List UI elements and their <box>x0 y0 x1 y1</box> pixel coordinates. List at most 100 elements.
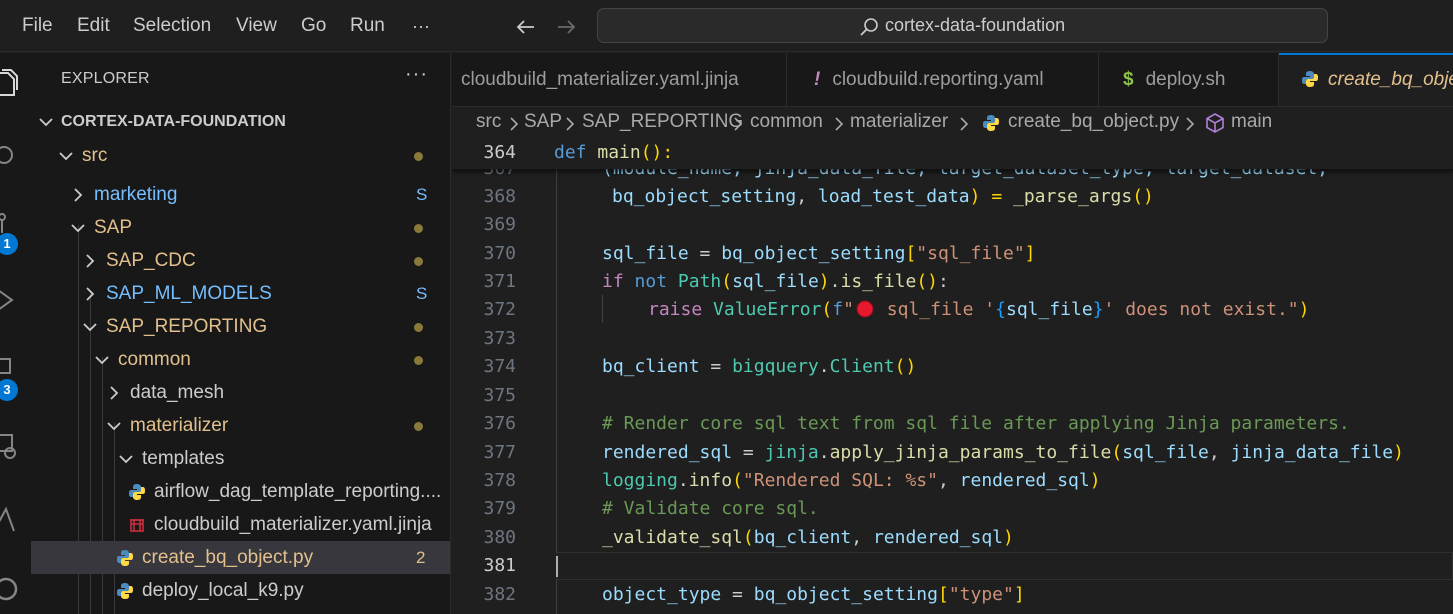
tree-label: data_mesh <box>130 382 225 403</box>
menu-more[interactable]: ··· <box>412 0 430 52</box>
line-number: 371 <box>483 271 516 292</box>
docker-icon[interactable] <box>0 571 22 601</box>
chevron-down-icon <box>71 224 85 233</box>
tree-label: templates <box>142 448 225 469</box>
arrow-left-icon[interactable] <box>513 14 539 40</box>
breadcrumb-item[interactable]: main <box>1231 111 1272 133</box>
tree-file-deploy-local-k9[interactable]: deploy_local_k9.py <box>31 574 450 607</box>
run-debug-icon[interactable] <box>0 285 22 315</box>
tab-label: cloudbuild.reporting.yaml <box>832 69 1044 90</box>
modified-dot <box>414 323 423 332</box>
python-file-icon <box>983 115 999 131</box>
line-number: 370 <box>483 243 516 264</box>
shell-file-icon: $ <box>1123 69 1134 90</box>
breadcrumb-item[interactable]: SAP_REPORTING <box>582 111 743 133</box>
explorer-title: EXPLORER <box>61 70 150 87</box>
menu-go[interactable]: Go <box>301 0 326 52</box>
tree-file-cloudbuild-materializer[interactable]: cloudbuild_materializer.yaml.jinja <box>31 508 450 541</box>
breadcrumb-item[interactable]: src <box>476 111 501 133</box>
menu-edit[interactable]: Edit <box>77 0 110 52</box>
source-control-badge: 1 <box>0 233 18 255</box>
jinja-file-icon <box>130 519 144 532</box>
tree-folder-src[interactable]: src <box>31 139 450 172</box>
line-number: 381 <box>483 555 516 576</box>
testing-icon[interactable] <box>0 505 22 535</box>
breadcrumb-item[interactable]: materializer <box>850 111 948 133</box>
red-circle-emoji-icon <box>856 300 874 318</box>
explorer-more-actions[interactable]: ··· <box>405 63 428 86</box>
tree-folder-data-mesh[interactable]: data_mesh <box>31 376 450 409</box>
tree-label: deploy_local_k9.py <box>142 580 304 601</box>
arrow-right-icon[interactable] <box>553 14 579 40</box>
explorer-sidebar: EXPLORER ··· CORTEX-DATA-FOUNDATION src … <box>31 53 451 614</box>
code-editor[interactable]: 364 def main(): 367 (module_name, jinja_… <box>452 139 1453 614</box>
breadcrumb: src SAP SAP_REPORTING common materialize… <box>452 107 1453 139</box>
tree-folder-marketing[interactable]: marketing S <box>31 178 450 211</box>
menu-file[interactable]: File <box>22 0 53 52</box>
tab-create-bq-object[interactable]: create_bq_object.py <box>1279 53 1453 106</box>
tree-label: SAP_REPORTING <box>106 316 268 337</box>
tab-deploy-sh[interactable]: $ deploy.sh <box>1099 53 1279 106</box>
tree-folder-sap-reporting[interactable]: SAP_REPORTING <box>31 310 450 343</box>
workspace-root[interactable]: CORTEX-DATA-FOUNDATION <box>31 105 450 138</box>
line-number: 374 <box>483 356 516 377</box>
chevron-down-icon <box>59 152 73 161</box>
tree-label: SAP_CDC <box>106 250 196 271</box>
menu-selection[interactable]: Selection <box>133 0 211 52</box>
tab-cloudbuild-materializer[interactable]: cloudbuild_materializer.yaml.jinja <box>452 53 787 106</box>
sticky-scroll-header[interactable]: 364 def main(): <box>452 139 1453 169</box>
tree-label: airflow_dag_template_reporting.... <box>154 481 442 502</box>
code-line: # Render core sql text from sql file aft… <box>602 413 1350 434</box>
tree-folder-common[interactable]: common <box>31 343 450 376</box>
tab-cloudbuild-reporting[interactable]: ! cloudbuild.reporting.yaml <box>787 53 1099 106</box>
yaml-file-icon: ! <box>814 69 821 90</box>
python-file-icon <box>117 550 133 566</box>
tree-folder-materializer[interactable]: materializer <box>31 409 450 442</box>
chevron-right-icon <box>734 117 743 131</box>
menu-run[interactable]: Run <box>350 0 385 52</box>
tree-folder-sap-ml-models[interactable]: SAP_ML_MODELS S <box>31 277 450 310</box>
breadcrumb-item[interactable]: SAP <box>524 111 562 133</box>
search-text: cortex-data-foundation <box>885 15 1066 35</box>
files-icon[interactable] <box>0 69 22 99</box>
title-bar: File Edit Selection View Go Run ··· cort… <box>0 0 1453 52</box>
tab-label: cloudbuild_materializer.yaml.jinja <box>461 69 739 90</box>
tree-file-airflow-template[interactable]: airflow_dag_template_reporting.... <box>31 475 450 508</box>
line-number: 382 <box>483 584 516 605</box>
tree-label: create_bq_object.py <box>142 547 314 568</box>
modified-dot <box>414 356 423 365</box>
tree-folder-sap[interactable]: SAP <box>31 211 450 244</box>
code-line: raise ValueError(f" sql_file '{sql_file}… <box>648 299 1310 320</box>
line-number: 380 <box>483 527 516 548</box>
workspace-root-label: CORTEX-DATA-FOUNDATION <box>61 113 286 130</box>
tree-label: cloudbuild_materializer.yaml.jinja <box>154 514 432 535</box>
chevron-right-icon <box>566 117 575 131</box>
tree-file-create-bq-object[interactable]: create_bq_object.py 2 <box>31 541 450 574</box>
command-center-search[interactable]: cortex-data-foundation <box>597 8 1328 43</box>
code-line: logging.info("Rendered SQL: %s", rendere… <box>602 470 1101 491</box>
modified-dot <box>414 224 423 233</box>
line-number: 364 <box>483 142 516 163</box>
chevron-down-icon <box>95 356 109 365</box>
line-number: 373 <box>483 328 516 349</box>
breadcrumb-item[interactable]: common <box>750 111 823 133</box>
line-number: 379 <box>483 498 516 519</box>
breadcrumb-item[interactable]: create_bq_object.py <box>1008 111 1179 133</box>
chevron-right-icon <box>510 117 519 131</box>
code-line: object_type = bq_object_setting["type"] <box>602 584 1025 605</box>
tree-label: materializer <box>130 415 229 436</box>
tree-folder-templates[interactable]: templates <box>31 442 450 475</box>
text-cursor <box>556 556 558 577</box>
remote-explorer-icon[interactable] <box>0 431 22 461</box>
code-line: rendered_sql = jinja.apply_jinja_params_… <box>602 442 1404 463</box>
current-line-highlight <box>556 552 1453 580</box>
menu-view[interactable]: View <box>236 0 277 52</box>
line-number: 377 <box>483 442 516 463</box>
indent-guide <box>602 295 603 323</box>
tree-folder-sap-cdc[interactable]: SAP_CDC <box>31 244 450 277</box>
code-line: _validate_sql(bq_client, rendered_sql) <box>602 527 1014 548</box>
search-icon[interactable] <box>0 141 22 171</box>
modified-dot <box>414 422 423 431</box>
tree-label: marketing <box>94 184 178 205</box>
activity-bar: 1 3 <box>0 53 31 614</box>
